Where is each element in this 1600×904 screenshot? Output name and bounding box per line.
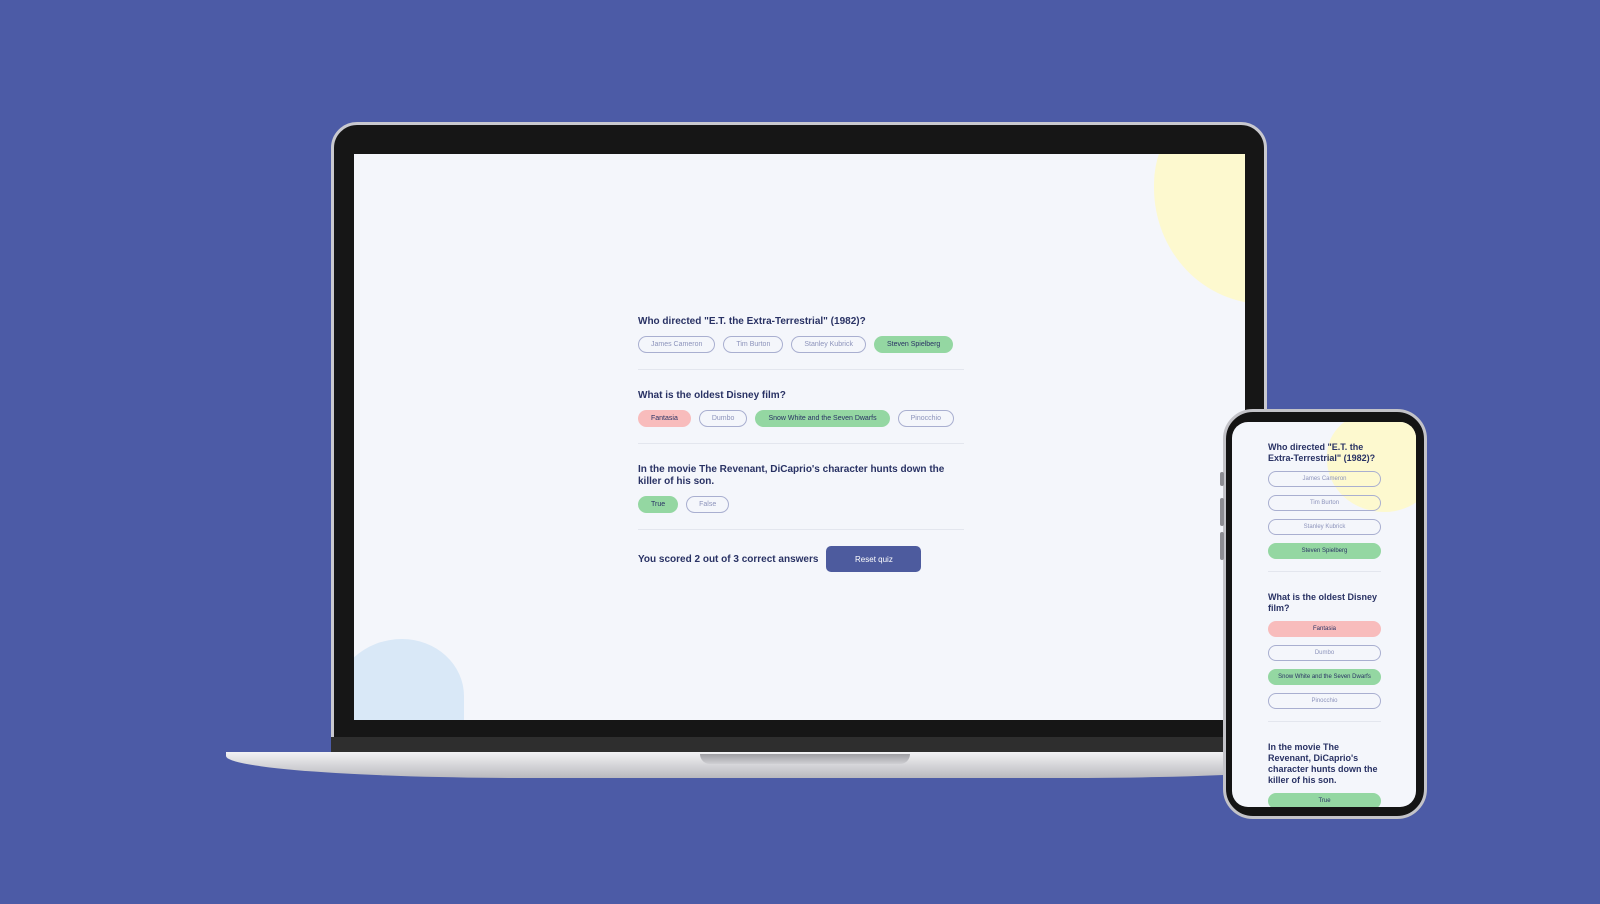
decorative-blob-yellow (1154, 154, 1245, 304)
phone-screen: Who directed "E.T. the Extra-Terrestrial… (1232, 422, 1416, 807)
phone-volume-up-button (1220, 498, 1224, 526)
decorative-blob-blue (354, 639, 464, 720)
phone-side-button (1220, 472, 1224, 486)
quiz-container: Who directed "E.T. the Extra-Terrestrial… (638, 316, 964, 572)
answer-option[interactable]: Stanley Kubrick (791, 336, 866, 353)
question-block: Who directed "E.T. the Extra-Terrestrial… (1268, 442, 1381, 572)
question-text: Who directed "E.T. the Extra-Terrestrial… (638, 316, 866, 327)
phone-volume-down-button (1220, 532, 1224, 560)
question-text: What is the oldest Disney film? (1268, 592, 1378, 613)
answer-option[interactable]: False (686, 496, 730, 513)
answer-option-wrong[interactable]: Fantasia (638, 410, 691, 427)
answer-option[interactable]: Dumbo (1268, 645, 1381, 661)
answer-option-correct[interactable]: Snow White and the Seven Dwarfs (1268, 669, 1381, 685)
quiz-container-mobile: Who directed "E.T. the Extra-Terrestrial… (1268, 442, 1381, 807)
laptop-notch (700, 754, 910, 764)
answer-option[interactable]: James Cameron (638, 336, 716, 353)
laptop-screen: Who directed "E.T. the Extra-Terrestrial… (354, 154, 1245, 720)
answer-option-correct[interactable]: Steven Spielberg (1268, 543, 1381, 559)
reset-quiz-button[interactable]: Reset quiz (826, 546, 922, 572)
answer-group: True False (638, 496, 964, 513)
question-block: What is the oldest Disney film? Fantasia… (638, 390, 964, 444)
answer-option-wrong[interactable]: Fantasia (1268, 621, 1381, 637)
question-block: Who directed "E.T. the Extra-Terrestrial… (638, 316, 964, 370)
answer-option[interactable]: James Cameron (1268, 471, 1381, 487)
answer-option[interactable]: Stanley Kubrick (1268, 519, 1381, 535)
answer-option[interactable]: Pinocchio (897, 410, 954, 427)
answer-option[interactable]: Dumbo (698, 410, 748, 427)
answer-group: James Cameron Tim Burton Stanley Kubrick… (1268, 471, 1381, 559)
answer-option-correct[interactable]: True (638, 496, 679, 513)
question-text: In the movie The Revenant, DiCaprio's ch… (1268, 742, 1378, 785)
answer-option-correct[interactable]: Snow White and the Seven Dwarfs (755, 410, 890, 427)
question-block: In the movie The Revenant, DiCaprio's ch… (638, 464, 964, 530)
question-text: In the movie The Revenant, DiCaprio's ch… (638, 464, 945, 487)
answer-group: True (1268, 793, 1381, 807)
question-block: What is the oldest Disney film? Fantasia… (1268, 592, 1381, 722)
answer-option[interactable]: Pinocchio (1268, 693, 1381, 709)
answer-option-correct[interactable]: Steven Spielberg (873, 336, 954, 353)
answer-option[interactable]: Tim Burton (1268, 495, 1381, 511)
score-row: You scored 2 out of 3 correct answers Re… (638, 546, 964, 572)
answer-option-correct[interactable]: True (1268, 793, 1381, 807)
question-text: Who directed "E.T. the Extra-Terrestrial… (1268, 442, 1376, 463)
answer-option[interactable]: Tim Burton (723, 336, 784, 353)
answer-group: Fantasia Dumbo Snow White and the Seven … (638, 410, 964, 427)
answer-group: Fantasia Dumbo Snow White and the Seven … (1268, 621, 1381, 709)
answer-group: James Cameron Tim Burton Stanley Kubrick… (638, 336, 964, 353)
question-block: In the movie The Revenant, DiCaprio's ch… (1268, 742, 1381, 807)
score-text: You scored 2 out of 3 correct answers (638, 553, 819, 565)
question-text: What is the oldest Disney film? (638, 390, 786, 401)
